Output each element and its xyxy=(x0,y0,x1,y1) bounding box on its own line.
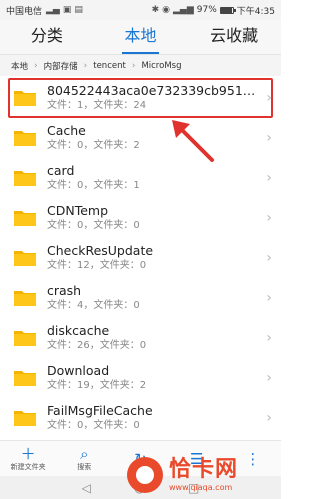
list-item[interactable]: diskcache 文件：26，文件夹：0 › xyxy=(0,318,281,358)
chevron-right-icon: › xyxy=(266,210,272,226)
chevron-right-icon: › xyxy=(266,170,272,186)
list-item[interactable]: Download 文件：19，文件夹：2 › xyxy=(0,358,281,398)
new-folder-button[interactable]: ＋ 新建文件夹 xyxy=(0,441,56,476)
chevron-right-icon: › xyxy=(266,250,272,266)
file-name: Download xyxy=(47,363,110,378)
folder-icon xyxy=(13,329,37,347)
list-item[interactable]: FailMsgFileCache 文件：0，文件夹：0 › xyxy=(0,398,281,438)
folder-icon xyxy=(13,89,37,107)
folder-icon xyxy=(13,169,37,187)
list-item[interactable]: 804522443aca0e732339cb951b... 文件：1，文件夹：24… xyxy=(0,78,281,118)
notification-icon: ▣ xyxy=(62,4,72,15)
file-name: FailMsgFileCache xyxy=(47,403,153,418)
chevron-right-icon: › xyxy=(131,60,136,71)
list-item[interactable]: crash 文件：4，文件夹：0 › xyxy=(0,278,281,318)
breadcrumb: 本地 › 内部存储 › tencent › MicroMsg xyxy=(0,54,281,76)
file-name: Cache xyxy=(47,123,86,138)
search-button[interactable]: ⌕ 搜索 xyxy=(56,441,112,476)
file-meta: 文件：0，文件夹：0 xyxy=(47,420,140,431)
file-name: CheckResUpdate xyxy=(47,243,154,258)
list-item[interactable]: CheckResUpdate 文件：12，文件夹：0 › xyxy=(0,238,281,278)
list-item[interactable]: card 文件：0，文件夹：1 › xyxy=(0,158,281,198)
search-label: 搜索 xyxy=(77,462,92,471)
status-icons: ▂▄ ▣ ▤ xyxy=(46,4,83,15)
file-list: 804522443aca0e732339cb951b... 文件：1，文件夹：24… xyxy=(0,78,281,438)
cell-signal-icon: ▂▄▆ xyxy=(173,4,194,15)
list-item[interactable]: CDNTemp 文件：0，文件夹：0 › xyxy=(0,198,281,238)
bluetooth-icon: ✱ xyxy=(151,4,160,15)
chevron-right-icon: › xyxy=(266,330,272,346)
file-name: CDNTemp xyxy=(47,203,109,218)
file-meta: 文件：26，文件夹：0 xyxy=(47,340,147,351)
watermark: 恰卡网 www.qiaqa.com xyxy=(127,452,277,498)
file-meta: 文件：4，文件夹：0 xyxy=(47,300,140,311)
status-bar: 中国电信 ▂▄ ▣ ▤ ✱ ◉ ▂▄▆ 97% 下午4:35 xyxy=(0,0,281,20)
file-meta: 文件：0，文件夹：2 xyxy=(47,140,140,151)
tab-local[interactable]: 本地 xyxy=(94,20,188,54)
folder-icon xyxy=(13,249,37,267)
folder-icon xyxy=(13,289,37,307)
watermark-brand: 恰卡网 xyxy=(169,457,239,482)
chevron-right-icon: › xyxy=(266,410,272,426)
tab-bar: 分类 本地 云收藏 xyxy=(0,20,281,54)
back-icon[interactable]: ◁ xyxy=(82,481,91,495)
tab-category[interactable]: 分类 xyxy=(0,20,94,54)
breadcrumb-item[interactable]: 内部存储 xyxy=(41,60,81,72)
search-icon: ⌕ xyxy=(80,444,89,463)
chevron-right-icon: › xyxy=(266,130,272,146)
battery-percent: 97% xyxy=(196,5,217,15)
breadcrumb-item[interactable]: tencent xyxy=(90,61,129,71)
clock: 下午4:35 xyxy=(236,6,275,17)
file-name: 804522443aca0e732339cb951b... xyxy=(47,83,261,98)
chevron-right-icon: › xyxy=(266,90,272,106)
plus-icon: ＋ xyxy=(20,444,36,463)
breadcrumb-item[interactable]: MicroMsg xyxy=(138,61,184,71)
file-meta: 文件：0，文件夹：0 xyxy=(47,220,140,231)
file-meta: 文件：12，文件夹：0 xyxy=(47,260,147,271)
status-right: ✱ ◉ ▂▄▆ 97% 下午4:35 xyxy=(152,4,275,17)
list-item[interactable]: Cache 文件：0，文件夹：2 › xyxy=(0,118,281,158)
tab-cloud-favorites[interactable]: 云收藏 xyxy=(187,20,281,54)
chevron-right-icon: › xyxy=(266,370,272,386)
chevron-right-icon: › xyxy=(34,60,38,71)
signal-icon: ▂▄ xyxy=(46,4,60,15)
file-name: diskcache xyxy=(47,323,110,338)
folder-icon xyxy=(13,409,37,427)
folder-icon xyxy=(13,209,37,227)
battery-icon xyxy=(219,6,236,14)
folder-icon xyxy=(13,129,37,147)
wifi-icon: ◉ xyxy=(162,4,170,15)
watermark-logo-icon xyxy=(127,457,163,493)
file-name: crash xyxy=(47,283,82,298)
chevron-right-icon: › xyxy=(266,290,272,306)
file-meta: 文件：0，文件夹：1 xyxy=(47,180,140,191)
chevron-right-icon: › xyxy=(83,60,88,71)
file-meta: 文件：19，文件夹：2 xyxy=(47,380,147,391)
new-folder-label: 新建文件夹 xyxy=(10,462,46,471)
carrier-label: 中国电信 xyxy=(6,6,43,17)
watermark-url: www.qiaqa.com xyxy=(169,483,233,492)
image-icon: ▤ xyxy=(74,4,83,15)
file-meta: 文件：1，文件夹：24 xyxy=(47,100,147,111)
file-name: card xyxy=(47,163,75,178)
breadcrumb-item[interactable]: 本地 xyxy=(8,60,31,72)
folder-icon xyxy=(13,369,37,387)
